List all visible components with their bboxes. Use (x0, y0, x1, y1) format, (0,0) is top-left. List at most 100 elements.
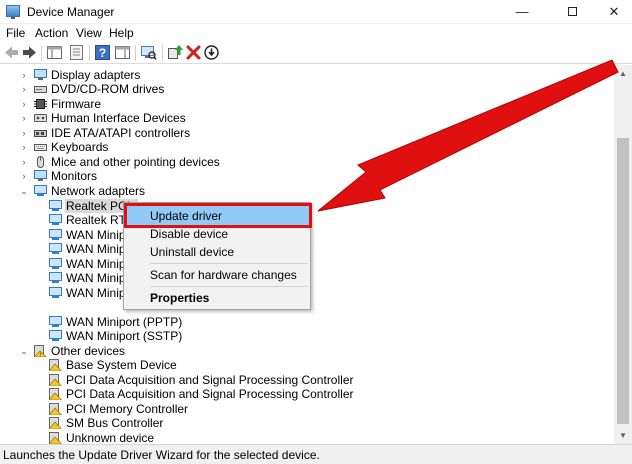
hid-icon (34, 114, 47, 122)
back-icon[interactable] (3, 44, 20, 61)
properties-menu-item[interactable]: Properties (150, 291, 209, 305)
maximize-icon (567, 7, 577, 16)
close-button[interactable]: ✕ (592, 0, 632, 24)
expand-chevron-icon[interactable]: › (19, 111, 29, 125)
network-adapter-icon (49, 258, 62, 269)
maximize-button[interactable] (550, 0, 594, 24)
uninstall-icon[interactable] (185, 44, 202, 61)
show-action-pane-icon[interactable] (114, 44, 131, 61)
device-manager-app-icon (6, 5, 20, 19)
toolbar: ? (0, 42, 632, 64)
toolbar-separator (162, 45, 163, 61)
expand-chevron-icon[interactable]: › (19, 126, 29, 140)
tree-device-wan-miniport-pptp[interactable]: WAN Miniport (PPTP) (0, 315, 614, 329)
network-adapter-icon (49, 287, 62, 298)
properties-icon[interactable] (68, 44, 85, 61)
tree-category-mice[interactable]: › Mice and other pointing devices (0, 155, 614, 169)
expand-chevron-icon[interactable]: › (19, 155, 29, 169)
firmware-icon (34, 99, 47, 109)
uninstall-device-menu-item[interactable]: Uninstall device (150, 245, 234, 259)
context-menu: Update driver Disable device Uninstall d… (123, 202, 312, 310)
tree-device-pci-data-acquisition[interactable]: PCI Data Acquisition and Signal Processi… (0, 387, 614, 401)
monitor-icon (34, 170, 47, 181)
tree-device-label: WAN Miniport (PPTP) (66, 315, 183, 329)
tree-category-ide-controllers[interactable]: › IDE ATA/ATAPI controllers (0, 126, 614, 140)
tree-device-pci-memory-controller[interactable]: PCI Memory Controller (0, 402, 614, 416)
menu-file[interactable]: File (6, 26, 25, 40)
tree-category-label: DVD/CD-ROM drives (51, 82, 165, 96)
tree-device-unknown-device[interactable]: Unknown device (0, 431, 614, 444)
mouse-icon (37, 156, 44, 168)
keyboard-icon (34, 144, 47, 151)
disable-icon[interactable] (203, 44, 220, 61)
help-icon[interactable]: ? (94, 44, 111, 61)
network-adapter-icon (49, 243, 62, 254)
expand-chevron-icon[interactable]: › (19, 140, 29, 154)
scroll-down-icon[interactable]: ▼ (614, 427, 632, 444)
svg-text:!: ! (40, 353, 41, 357)
tree-device-label: PCI Data Acquisition and Signal Processi… (66, 387, 354, 401)
collapse-chevron-icon[interactable]: ⌄ (19, 344, 29, 358)
collapse-chevron-icon[interactable]: ⌄ (19, 184, 29, 198)
network-adapter-icon (49, 316, 62, 327)
vertical-scrollbar[interactable]: ▲ ▼ (614, 65, 632, 444)
tree-category-label: Network adapters (51, 184, 146, 198)
tree-category-network-adapters[interactable]: ⌄ Network adapters (0, 184, 614, 198)
toolbar-separator (89, 45, 90, 61)
tree-category-keyboards[interactable]: › Keyboards (0, 140, 614, 154)
svg-text:?: ? (99, 46, 106, 60)
warning-device-icon (49, 388, 62, 400)
tree-category-other-devices[interactable]: ⌄ ! Other devices (0, 344, 614, 358)
expand-chevron-icon[interactable]: › (19, 68, 29, 82)
menu-bar: File Action View Help (0, 24, 632, 42)
tree-category-firmware[interactable]: › Firmware (0, 97, 614, 111)
tree-device-pci-data-acquisition[interactable]: PCI Data Acquisition and Signal Processi… (0, 373, 614, 387)
menu-view[interactable]: View (76, 26, 102, 40)
tree-device-base-system[interactable]: Base System Device (0, 358, 614, 372)
expand-chevron-icon[interactable]: › (19, 82, 29, 96)
context-menu-separator (150, 286, 308, 287)
tree-device-label: PCI Memory Controller (66, 402, 189, 416)
menu-help[interactable]: Help (109, 26, 134, 40)
status-bar: Launches the Update Driver Wizard for th… (0, 444, 632, 464)
tree-category-dvd-drives[interactable]: › DVD/CD-ROM drives (0, 82, 614, 96)
tree-category-label: Human Interface Devices (51, 111, 186, 125)
network-adapter-icon (49, 200, 62, 211)
tree-category-display-adapters[interactable]: › Display adapters (0, 68, 614, 82)
tree-category-human-interface-devices[interactable]: › Human Interface Devices (0, 111, 614, 125)
unknown-device-icon: ! (34, 345, 47, 357)
tree-device-label: WAN Miniport (SSTP) (66, 329, 183, 343)
minimize-button[interactable]: — (500, 0, 544, 24)
scrollbar-thumb[interactable] (617, 138, 629, 424)
update-driver-menu-item[interactable]: Update driver (150, 209, 222, 223)
warning-device-icon (49, 417, 62, 429)
window-title: Device Manager (27, 5, 115, 19)
tree-category-label: Keyboards (51, 140, 109, 154)
context-menu-separator (150, 263, 308, 264)
network-adapter-icon (49, 214, 62, 225)
warning-device-icon (49, 374, 62, 386)
network-adapter-icon (49, 229, 62, 240)
tree-category-label: Mice and other pointing devices (51, 155, 220, 169)
tree-device-label: PCI Data Acquisition and Signal Processi… (66, 373, 354, 387)
scroll-up-icon[interactable]: ▲ (614, 65, 632, 82)
title-bar: Device Manager — ✕ (0, 0, 632, 24)
tree-device-wan-miniport-sstp[interactable]: WAN Miniport (SSTP) (0, 329, 614, 343)
tree-category-label: Display adapters (51, 68, 141, 82)
menu-action[interactable]: Action (35, 26, 68, 40)
display-icon (34, 69, 47, 80)
scan-hardware-menu-item[interactable]: Scan for hardware changes (150, 268, 297, 282)
expand-chevron-icon[interactable]: › (19, 97, 29, 111)
show-hide-console-tree-icon[interactable] (46, 44, 63, 61)
update-driver-icon[interactable] (167, 44, 184, 61)
warning-device-icon (49, 359, 62, 371)
tree-device-label: SM Bus Controller (66, 416, 164, 430)
forward-icon[interactable] (21, 44, 38, 61)
tree-category-monitors[interactable]: › Monitors (0, 169, 614, 183)
expand-chevron-icon[interactable]: › (19, 169, 29, 183)
disable-device-menu-item[interactable]: Disable device (150, 227, 228, 241)
tree-device-sm-bus-controller[interactable]: SM Bus Controller (0, 416, 614, 430)
scan-hardware-icon[interactable] (140, 44, 157, 61)
toolbar-separator (41, 45, 42, 61)
tree-category-label: IDE ATA/ATAPI controllers (51, 126, 191, 140)
